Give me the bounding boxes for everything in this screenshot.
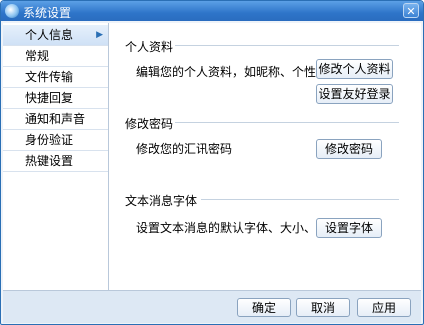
- sidebar-item-personal-info[interactable]: 个人信息 ▶: [3, 25, 108, 46]
- sidebar-item-notifications[interactable]: 通知和声音: [3, 109, 108, 130]
- dialog-footer: 确定 取消 应用: [3, 290, 421, 323]
- profile-section-heading: 个人资料: [125, 40, 174, 54]
- chevron-right-icon: ▶: [96, 30, 103, 40]
- section-divider: [175, 122, 399, 123]
- set-font-button[interactable]: 设置字体: [316, 218, 382, 238]
- sidebar-item-label: 热键设置: [25, 154, 74, 168]
- sidebar-item-file-transfer[interactable]: 文件传输: [3, 67, 108, 88]
- sidebar-item-label: 快捷回复: [25, 91, 74, 105]
- section-divider: [201, 199, 399, 200]
- sidebar-item-label: 通知和声音: [25, 112, 86, 126]
- font-section-heading: 文本消息字体: [125, 194, 198, 208]
- settings-window: 系统设置 ✕ 个人信息 ▶ 常规 文件传输 快捷回复 通知和声音 身份验证 热键…: [0, 0, 424, 325]
- cancel-button[interactable]: 取消: [296, 298, 350, 317]
- sidebar-item-label: 文件传输: [25, 70, 74, 84]
- apply-button[interactable]: 应用: [357, 298, 411, 317]
- ok-button[interactable]: 确定: [237, 298, 291, 317]
- friendly-login-button[interactable]: 设置友好登录: [316, 84, 393, 104]
- sidebar-item-hotkeys[interactable]: 热键设置: [3, 151, 108, 172]
- title-bar[interactable]: 系统设置 ✕: [1, 1, 423, 21]
- settings-sidebar: 个人信息 ▶ 常规 文件传输 快捷回复 通知和声音 身份验证 热键设置: [3, 23, 109, 290]
- sidebar-item-authentication[interactable]: 身份验证: [3, 130, 108, 151]
- sidebar-item-label: 常规: [25, 49, 50, 63]
- password-description: 修改您的汇讯密码: [136, 142, 233, 156]
- close-button[interactable]: ✕: [403, 3, 419, 18]
- sidebar-item-quick-reply[interactable]: 快捷回复: [3, 88, 108, 109]
- section-divider: [175, 45, 399, 46]
- change-password-button[interactable]: 修改密码: [316, 139, 382, 159]
- password-section-heading: 修改密码: [125, 117, 174, 131]
- edit-profile-button[interactable]: 修改个人资料: [316, 59, 393, 79]
- window-title: 系统设置: [23, 6, 72, 20]
- app-logo-icon: [5, 4, 19, 18]
- settings-content: 个人资料 编辑您的个人资料，如昵称、个性签名等 修改个人资料 设置友好登录 修改…: [109, 23, 421, 290]
- sidebar-item-label: 个人信息: [25, 28, 74, 42]
- sidebar-item-general[interactable]: 常规: [3, 46, 108, 67]
- sidebar-item-label: 身份验证: [25, 133, 74, 147]
